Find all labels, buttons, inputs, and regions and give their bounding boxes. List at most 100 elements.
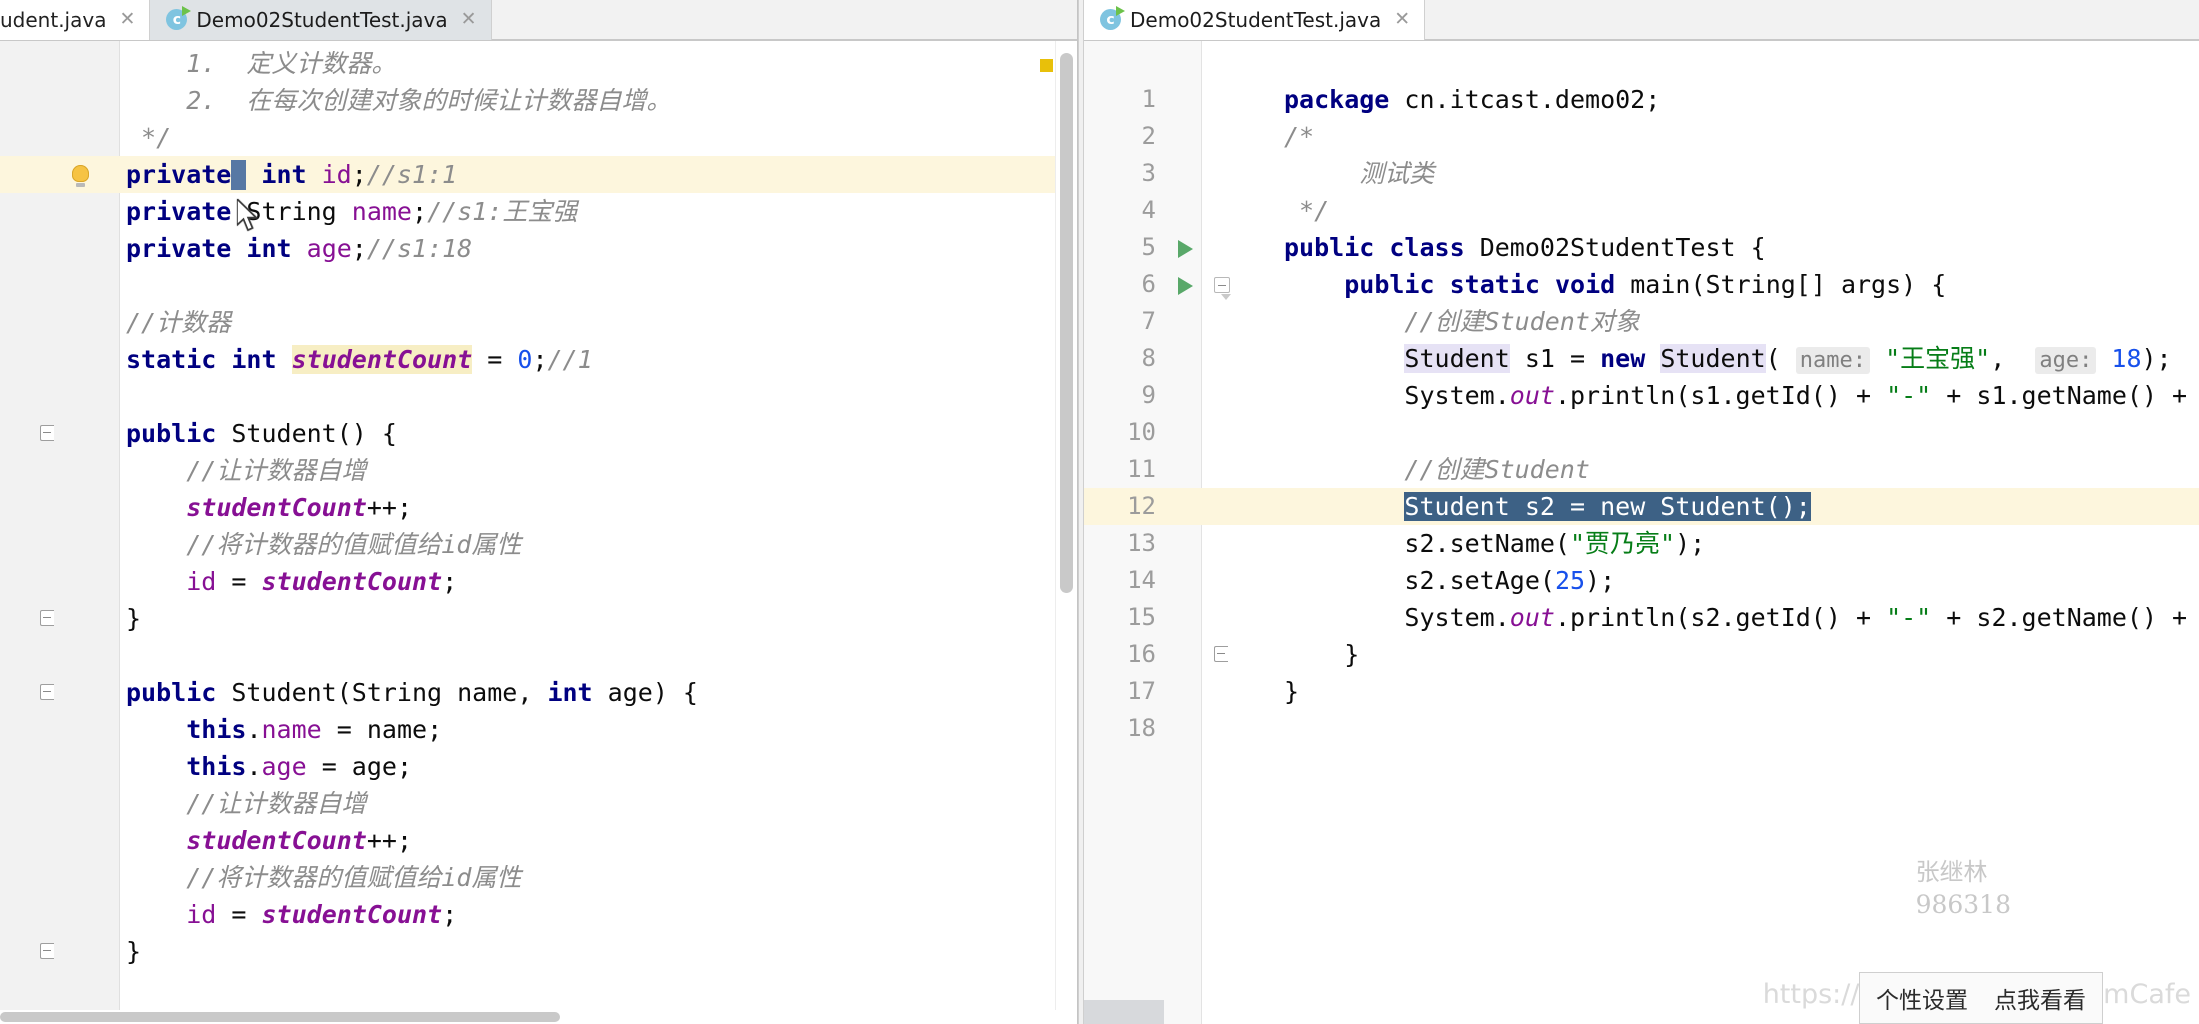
code-line[interactable]: //将计数器的值赋值给id属性 <box>0 526 1077 563</box>
code-line[interactable]: studentCount++; <box>0 822 1077 859</box>
error-stripe-marker[interactable] <box>1040 59 1053 72</box>
code-line[interactable]: this.age = age; <box>0 748 1077 785</box>
close-icon[interactable]: ✕ <box>461 10 477 29</box>
code-token: = name; <box>321 715 443 744</box>
code-line[interactable]: 1 package cn.itcast.demo02; <box>1084 81 2199 118</box>
close-icon[interactable]: ✕ <box>119 10 135 29</box>
left-scroll-thumb[interactable] <box>1060 53 1073 593</box>
code-text: */ <box>1284 196 1329 225</box>
code-line[interactable]: //让计数器自增 <box>0 785 1077 822</box>
run-gutter-icon[interactable] <box>1178 277 1193 295</box>
code-text: System.out.println(s2.getId() + "-" + s2… <box>1284 603 2187 632</box>
code-token: ; <box>412 197 428 226</box>
code-line[interactable]: //让计数器自增 <box>0 452 1077 489</box>
code-line[interactable]: id = studentCount; <box>0 896 1077 933</box>
code-token: } <box>1284 677 1300 706</box>
code-line[interactable]: this.name = name; <box>0 711 1077 748</box>
code-line[interactable] <box>0 378 1077 415</box>
code-token: System. <box>1284 603 1510 632</box>
code-line[interactable]: 7 //创建Student对象 <box>1084 303 2199 340</box>
code-line[interactable]: 12 Student s2 = new Student(); <box>1084 488 2199 525</box>
line-number: 11 <box>1127 455 1156 483</box>
code-line[interactable]: 9 System.out.println(s1.getId() + "-" + … <box>1084 377 2199 414</box>
code-line[interactable]: 2. 在每次创建对象的时候让计数器自增。 <box>0 82 1077 119</box>
code-token: Demo02StudentTest { <box>1464 233 1766 262</box>
tab-student-java[interactable]: udent.java ✕ <box>0 0 151 40</box>
code-line[interactable]: 11 //创建Student <box>1084 451 2199 488</box>
code-line[interactable]: 17} <box>1084 673 2199 710</box>
fold-end-icon[interactable] <box>40 610 54 626</box>
code-line[interactable]: 1. 定义计数器。 <box>0 45 1077 82</box>
run-gutter-icon[interactable] <box>1178 240 1193 258</box>
code-line[interactable]: 5 public class Demo02StudentTest { <box>1084 229 2199 266</box>
code-line[interactable]: 13 s2.setName("贾乃亮"); <box>1084 525 2199 562</box>
fold-collapse-icon[interactable] <box>1214 277 1231 300</box>
code-line[interactable]: 10 <box>1084 414 2199 451</box>
code-line[interactable]: private String name;//s1:王宝强 <box>0 193 1077 230</box>
code-text: System.out.println(s1.getId() + "-" + s1… <box>1284 381 2187 410</box>
code-line[interactable]: studentCount++; <box>0 489 1077 526</box>
code-token: ; <box>532 345 548 374</box>
code-line[interactable]: */ <box>0 119 1077 156</box>
code-line[interactable]: //计数器 <box>0 304 1077 341</box>
left-hscroll-thumb[interactable] <box>0 1012 560 1022</box>
intention-bulb-icon[interactable] <box>72 165 89 187</box>
fold-end-icon[interactable] <box>1214 646 1228 662</box>
left-horizontal-scrollbar[interactable] <box>0 1010 1056 1024</box>
code-token: studentCount <box>261 567 443 596</box>
code-line[interactable]: 4 */ <box>1084 192 2199 229</box>
code-line[interactable]: 18 <box>1084 710 2199 747</box>
code-token: , <box>1990 344 2036 373</box>
code-line[interactable]: private int id;//s1:1 <box>0 156 1077 193</box>
code-line[interactable]: id = studentCount; <box>0 563 1077 600</box>
code-token: 测试类 <box>1284 159 1435 188</box>
code-line[interactable]: 14 s2.setAge(25); <box>1084 562 2199 599</box>
right-code-editor[interactable]: 1 package cn.itcast.demo02; 2/* 3 测试类 4 */5 p… <box>1084 41 2199 1024</box>
code-text: //让计数器自增 <box>126 789 366 818</box>
line-number: 14 <box>1127 566 1156 594</box>
code-text: public Student(String name, int age) { <box>126 678 698 707</box>
fold-collapse-icon[interactable] <box>40 684 54 700</box>
code-line[interactable]: 2 /* <box>1084 118 2199 155</box>
code-line[interactable]: 15 System.out.println(s2.getId() + "-" +… <box>1084 599 2199 636</box>
code-text: } <box>126 604 141 633</box>
tab-demo02studenttest-java[interactable]: c Demo02StudentTest.java ✕ <box>150 0 492 40</box>
code-line[interactable]: 3 测试类 <box>1084 155 2199 192</box>
code-line[interactable]: public Student() { <box>0 415 1077 452</box>
code-line[interactable] <box>0 267 1077 304</box>
code-line[interactable]: 8 Student s1 = new Student( name: "王宝强",… <box>1084 340 2199 377</box>
line-number: 8 <box>1141 344 1156 372</box>
popup-button-personal-settings[interactable]: 个性设置 <box>1876 981 1968 1015</box>
code-line[interactable] <box>0 637 1077 674</box>
code-line[interactable]: public Student(String name, int age) { <box>0 674 1077 711</box>
code-token: age: <box>2035 347 2097 374</box>
fold-collapse-icon[interactable] <box>40 425 54 441</box>
settings-popup[interactable]: 个性设置 点我看看 <box>1859 972 2103 1024</box>
fold-end-icon[interactable] <box>40 943 54 959</box>
code-token: //将计数器的值赋值给id属性 <box>186 863 522 892</box>
close-icon[interactable]: ✕ <box>1394 10 1410 29</box>
left-vertical-scrollbar[interactable] <box>1055 41 1077 1024</box>
code-line[interactable]: } <box>0 600 1077 637</box>
left-code-editor[interactable]: 1. 定义计数器。 2. 在每次创建对象的时候让计数器自增。 */ private… <box>0 41 1077 1024</box>
line-number: 5 <box>1141 233 1156 261</box>
popup-button-look[interactable]: 点我看看 <box>1994 981 2086 1015</box>
code-token: //计数器 <box>126 308 232 337</box>
code-token: + s2.getName() + <box>1931 603 2188 632</box>
code-token: this <box>186 715 247 744</box>
code-line[interactable]: 16 } <box>1084 636 2199 673</box>
code-text: //创建Student <box>1284 455 1589 484</box>
code-line[interactable]: 6 public static void main(String[] args)… <box>1084 266 2199 303</box>
code-line[interactable]: static int studentCount = 0;//1 <box>0 341 1077 378</box>
code-line[interactable]: //将计数器的值赋值给id属性 <box>0 859 1077 896</box>
code-token: . <box>246 752 262 781</box>
line-number: 7 <box>1141 307 1156 335</box>
code-line[interactable] <box>0 970 1077 1007</box>
code-line[interactable]: private int age;//s1:18 <box>0 230 1077 267</box>
code-line[interactable]: } <box>0 933 1077 970</box>
line-number: 12 <box>1127 492 1156 520</box>
tab-demo02studenttest-java-right[interactable]: c Demo02StudentTest.java ✕ <box>1084 0 1426 40</box>
